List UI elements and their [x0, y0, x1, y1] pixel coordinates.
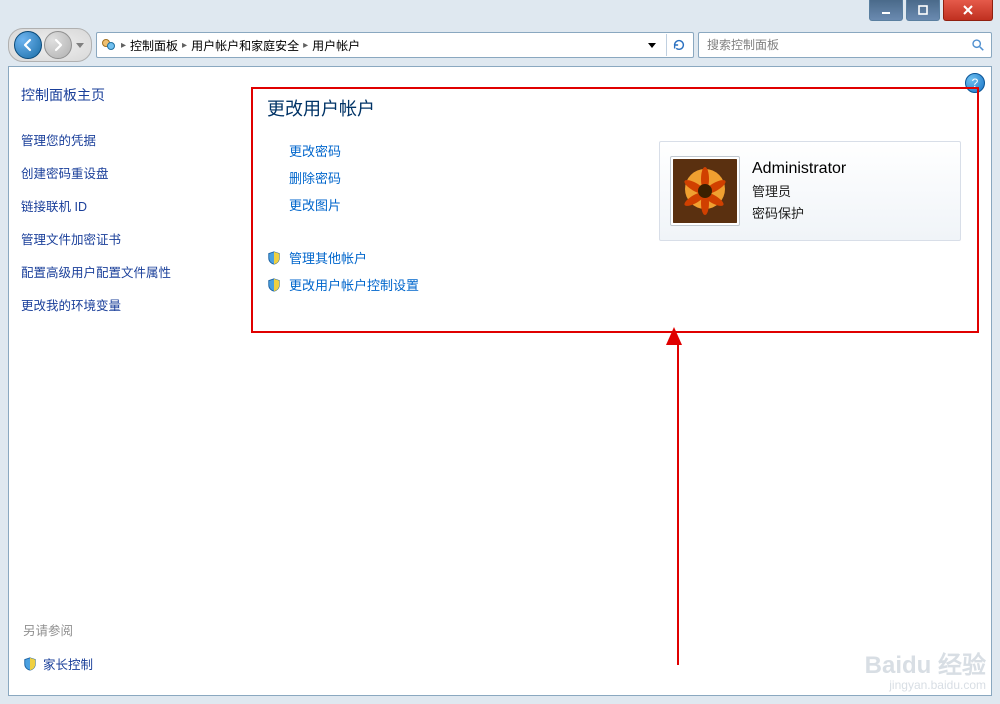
- user-name: Administrator: [752, 160, 846, 178]
- change-uac-settings-link[interactable]: 更改用户帐户控制设置: [267, 275, 967, 294]
- parental-controls-link[interactable]: 家长控制: [23, 654, 93, 673]
- minimize-button[interactable]: [869, 0, 903, 21]
- breadcrumb-sep: ▸: [121, 40, 126, 51]
- user-info: Administrator 管理员 密码保护: [752, 160, 846, 222]
- manage-other-accounts-link[interactable]: 管理其他帐户: [267, 248, 967, 267]
- link-label: 更改用户帐户控制设置: [289, 275, 419, 294]
- breadcrumb-sep: ▸: [182, 40, 187, 51]
- breadcrumb-item[interactable]: 用户帐户: [312, 37, 360, 54]
- control-panel-icon: [101, 37, 117, 53]
- window-controls: [869, 0, 1000, 25]
- link-label: 管理其他帐户: [289, 248, 367, 267]
- search-input[interactable]: [705, 37, 971, 53]
- main-panel: ? 更改用户帐户 更改密码 删除密码 更改图片 管理其他帐户: [243, 67, 991, 695]
- sidebar-task-link[interactable]: 更改我的环境变量: [21, 292, 231, 317]
- refresh-button[interactable]: [666, 34, 691, 56]
- sidebar: 控制面板主页 管理您的凭据 创建密码重设盘 链接联机 ID 管理文件加密证书 配…: [9, 67, 243, 695]
- history-dropdown[interactable]: [73, 43, 87, 48]
- breadcrumb[interactable]: ▸ 控制面板 ▸ 用户帐户和家庭安全 ▸ 用户帐户: [96, 32, 694, 58]
- forward-button[interactable]: [44, 31, 72, 59]
- help-icon[interactable]: ?: [965, 73, 985, 93]
- see-also-label: 另请参阅: [23, 620, 73, 639]
- sidebar-home-link[interactable]: 控制面板主页: [21, 85, 231, 105]
- page-heading: 更改用户帐户: [267, 95, 967, 121]
- shield-icon: [267, 251, 281, 265]
- sidebar-task-link[interactable]: 管理您的凭据: [21, 127, 231, 152]
- sidebar-task-link[interactable]: 管理文件加密证书: [21, 226, 231, 251]
- address-bar-row: ▸ 控制面板 ▸ 用户帐户和家庭安全 ▸ 用户帐户: [8, 30, 992, 60]
- user-picture-frame: [670, 156, 740, 226]
- shield-icon: [23, 657, 37, 671]
- breadcrumb-item[interactable]: 用户帐户和家庭安全: [191, 37, 299, 54]
- breadcrumb-dropdown[interactable]: [642, 34, 662, 56]
- parental-controls-label: 家长控制: [43, 654, 93, 673]
- content-area: 控制面板主页 管理您的凭据 创建密码重设盘 链接联机 ID 管理文件加密证书 配…: [8, 66, 992, 696]
- sidebar-task-link[interactable]: 链接联机 ID: [21, 193, 231, 218]
- breadcrumb-sep: ▸: [303, 40, 308, 51]
- close-button[interactable]: [943, 0, 993, 21]
- shield-icon: [267, 278, 281, 292]
- sidebar-task-link[interactable]: 配置高级用户配置文件属性: [21, 259, 231, 284]
- admin-link-list: 管理其他帐户 更改用户帐户控制设置: [267, 248, 967, 294]
- back-button[interactable]: [14, 31, 42, 59]
- search-icon: [971, 38, 985, 52]
- window: ▸ 控制面板 ▸ 用户帐户和家庭安全 ▸ 用户帐户 控制面板主页 管理您的凭据 …: [0, 0, 1000, 704]
- current-user-card[interactable]: Administrator 管理员 密码保护: [659, 141, 961, 241]
- sidebar-task-link[interactable]: 创建密码重设盘: [21, 160, 231, 185]
- nav-buttons: [8, 28, 92, 62]
- search-box[interactable]: [698, 32, 992, 58]
- breadcrumb-item[interactable]: 控制面板: [130, 37, 178, 54]
- user-protection: 密码保护: [752, 203, 846, 222]
- user-role: 管理员: [752, 181, 846, 200]
- user-picture-icon: [673, 159, 737, 223]
- annotation-arrow: [673, 327, 682, 665]
- maximize-button[interactable]: [906, 0, 940, 21]
